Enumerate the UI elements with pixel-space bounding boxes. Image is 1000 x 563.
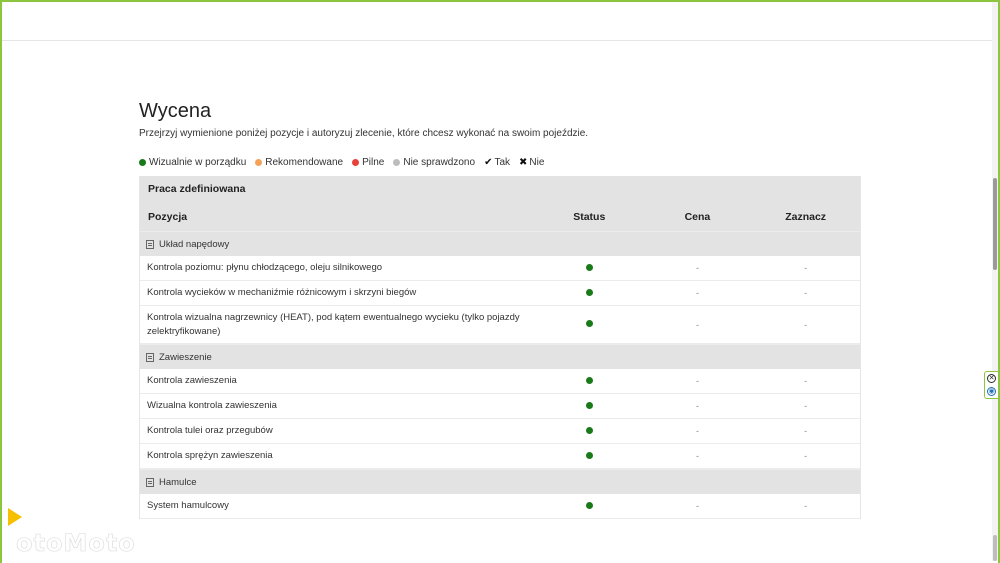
row-price: - bbox=[695, 263, 699, 273]
legend-item: Pilne bbox=[352, 157, 384, 168]
legend-label: Nie sprawdzono bbox=[403, 156, 476, 168]
status-dot-icon bbox=[352, 158, 360, 166]
row-status bbox=[535, 263, 644, 274]
page-subtitle: Przejrzyj wymienione poniżej pozycje i a… bbox=[139, 128, 589, 139]
legend-label: Rekomendowane bbox=[265, 156, 344, 168]
legend-item: Nie sprawdzono bbox=[393, 157, 475, 168]
close-icon[interactable]: ✕ bbox=[987, 374, 996, 383]
row-label: Kontrola zawieszenia bbox=[147, 375, 237, 386]
row-select[interactable]: - bbox=[751, 376, 860, 386]
quote-table: Praca zdefiniowana Pozycja Status Cena Z… bbox=[139, 176, 861, 519]
table-body: Układ napędowy Kontrola poziomu: płynu ch… bbox=[140, 231, 860, 519]
status-ok-icon bbox=[585, 376, 593, 384]
column-header-position: Pozycja bbox=[148, 211, 188, 223]
page-scrollbar[interactable] bbox=[992, 2, 998, 561]
header-divider bbox=[2, 40, 998, 41]
row-label: Wizualna kontrola zawieszenia bbox=[147, 400, 277, 411]
legend-item: ✖ Nie bbox=[519, 157, 544, 168]
row-status bbox=[535, 426, 644, 437]
row-status bbox=[535, 319, 644, 330]
row-price: - bbox=[695, 451, 699, 461]
table-header: Praca zdefiniowana Pozycja Status Cena Z… bbox=[140, 176, 860, 231]
row-price: - bbox=[695, 426, 699, 436]
row-status bbox=[535, 401, 644, 412]
table-row: System hamulcowy - - bbox=[140, 494, 860, 519]
row-label: Kontrola wycieków w mechaniźmie różnicow… bbox=[147, 287, 417, 298]
legend-item: Rekomendowane bbox=[255, 157, 343, 168]
legend-item: Wizualnie w porządku bbox=[139, 157, 246, 168]
otomoto-logo: otoMoto bbox=[8, 505, 183, 558]
main-content: Wycena Przejrzyj wymienione poniżej pozy… bbox=[139, 100, 861, 519]
row-price: - bbox=[695, 319, 699, 330]
legend-label: Nie bbox=[529, 156, 545, 168]
status-legend: Wizualnie w porządku Rekomendowane Pilne Ni… bbox=[139, 155, 861, 169]
page-title: Wycena bbox=[139, 100, 212, 122]
scrollbar-thumb-secondary[interactable] bbox=[993, 535, 997, 561]
row-select[interactable]: - bbox=[751, 426, 860, 436]
status-ok-icon bbox=[585, 401, 593, 409]
status-dot-icon bbox=[255, 158, 263, 166]
row-price: - bbox=[695, 401, 699, 411]
document-icon bbox=[146, 239, 154, 249]
info-icon[interactable]: ◉ bbox=[987, 387, 996, 396]
row-label: Kontrola poziomu: płynu chłodzącego, ole… bbox=[147, 262, 383, 273]
table-row: Kontrola tulei oraz przegubów - - bbox=[140, 419, 860, 444]
row-price: - bbox=[695, 288, 699, 298]
check-icon: ✔ bbox=[484, 156, 493, 168]
section-name: Zawieszenie bbox=[159, 351, 212, 363]
row-status bbox=[535, 451, 644, 462]
table-row: Kontrola sprężyn zawieszenia - - bbox=[140, 444, 860, 469]
row-price: - bbox=[695, 376, 699, 386]
column-header-price: Cena bbox=[684, 211, 711, 223]
section-header[interactable]: Zawieszenie bbox=[140, 344, 860, 369]
row-select[interactable]: - bbox=[751, 451, 860, 461]
row-select[interactable]: - bbox=[751, 401, 860, 411]
play-triangle-icon bbox=[8, 508, 22, 526]
row-status bbox=[535, 501, 644, 512]
table-row: Kontrola zawieszenia - - bbox=[140, 369, 860, 394]
status-ok-icon bbox=[585, 451, 593, 459]
row-label: Kontrola sprężyn zawieszenia bbox=[147, 450, 273, 461]
section-name: Hamulce bbox=[159, 476, 197, 488]
status-ok-icon bbox=[585, 426, 593, 434]
table-group-title: Praca zdefiniowana bbox=[148, 183, 246, 195]
row-price: - bbox=[695, 501, 699, 511]
row-select[interactable]: - bbox=[751, 263, 860, 273]
column-header-select: Zaznacz bbox=[785, 211, 827, 223]
row-select[interactable]: - bbox=[751, 320, 860, 330]
legend-label: Pilne bbox=[362, 156, 385, 168]
table-row: Kontrola wizualna nagrzewnicy (HEAT), po… bbox=[140, 306, 860, 344]
column-header-status: Status bbox=[573, 211, 606, 223]
status-ok-icon bbox=[585, 501, 593, 509]
status-dot-icon bbox=[139, 158, 146, 166]
section-name: Układ napędowy bbox=[159, 238, 230, 250]
document-icon bbox=[146, 352, 154, 362]
table-row: Kontrola wycieków w mechaniźmie różnicow… bbox=[140, 281, 860, 306]
row-status bbox=[535, 376, 644, 387]
cross-icon: ✖ bbox=[519, 156, 528, 168]
section-header[interactable]: Układ napędowy bbox=[140, 231, 860, 256]
scrollbar-thumb[interactable] bbox=[993, 178, 997, 270]
row-select[interactable]: - bbox=[751, 501, 860, 511]
status-ok-icon bbox=[585, 263, 593, 271]
row-label: System hamulcowy bbox=[147, 500, 229, 511]
table-column-headers: Pozycja Status Cena Zaznacz bbox=[140, 203, 860, 231]
document-icon bbox=[146, 477, 154, 487]
section-header[interactable]: Hamulce bbox=[140, 469, 860, 494]
row-label: Kontrola wizualna nagrzewnicy (HEAT), po… bbox=[147, 311, 520, 337]
row-label: Kontrola tulei oraz przegubów bbox=[147, 425, 273, 436]
table-row: Kontrola poziomu: płynu chłodzącego, ole… bbox=[140, 256, 860, 281]
status-ok-icon bbox=[585, 320, 593, 327]
legend-item: ✔ Tak bbox=[484, 157, 510, 168]
legend-label: Wizualnie w porządku bbox=[149, 156, 247, 168]
status-ok-icon bbox=[585, 288, 593, 296]
side-widget[interactable]: ✕ ◉ bbox=[984, 371, 998, 399]
status-dot-icon bbox=[393, 158, 401, 166]
row-status bbox=[535, 288, 644, 299]
row-select[interactable]: - bbox=[751, 288, 860, 298]
logo-wordmark: otoMoto bbox=[16, 529, 136, 558]
legend-label: Tak bbox=[494, 156, 511, 168]
table-row: Wizualna kontrola zawieszenia - - bbox=[140, 394, 860, 419]
